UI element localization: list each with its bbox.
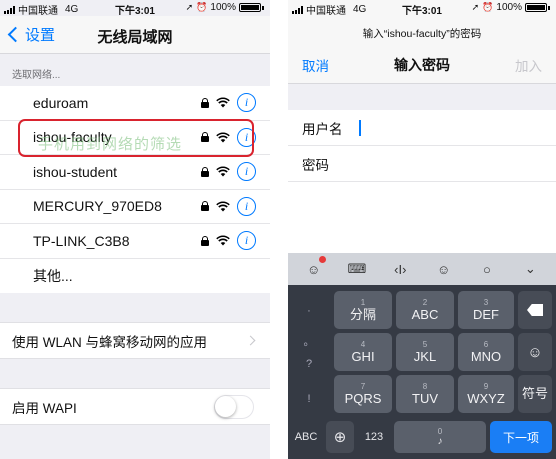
wifi-icon — [216, 166, 230, 177]
key-4[interactable]: 4 GHI — [334, 333, 392, 371]
abc-key[interactable]: ABC — [292, 421, 320, 453]
password-field[interactable]: 密码 — [288, 146, 556, 182]
network-row-eduroam[interactable]: eduroam i — [0, 86, 270, 121]
info-icon[interactable]: i — [237, 231, 256, 251]
battery-percent: 100% — [496, 2, 522, 13]
wlan-apps-label: 使用 WLAN 与蜂窝移动网的应用 — [12, 334, 208, 350]
join-button[interactable]: 加入 — [515, 55, 542, 75]
network-list: eduroam i ishou-faculty i ishou-student … — [0, 86, 270, 293]
status-bar: 中国联通 4G 下午3:01 ➚ ⏰ 100% — [0, 0, 270, 17]
info-icon[interactable]: i — [237, 196, 256, 216]
section-header: 选取网络... — [12, 70, 61, 81]
password-entry-screen: 中国联通 4G 下午3:01 ➚ ⏰ 100% 输入“ishou-faculty… — [288, 0, 556, 459]
page-title: 无线局域网 — [97, 29, 173, 46]
battery-icon — [239, 3, 261, 12]
location-icon: ➚ — [185, 2, 194, 12]
wifi-icon — [216, 97, 230, 108]
key-9[interactable]: 9 WXYZ — [458, 375, 514, 413]
username-label: 用户名 — [302, 121, 343, 137]
globe-icon: ⊕ — [333, 429, 347, 446]
network-name: ishou-student — [33, 163, 118, 180]
sogou-logo-icon[interactable]: ☺ — [303, 256, 326, 280]
key-5[interactable]: 5 JKL — [396, 333, 454, 371]
next-button[interactable]: 下一项 — [490, 421, 552, 453]
wlan-apps-cell[interactable]: 使用 WLAN 与蜂窝移动网的应用 — [0, 322, 270, 359]
wifi-icon — [216, 201, 230, 212]
keyboard-icon[interactable]: ⌨ — [346, 258, 368, 280]
password-label: 密码 — [302, 157, 329, 173]
emoji-key[interactable]: ☺ — [518, 333, 552, 371]
smiley-icon: ☺ — [527, 343, 543, 361]
battery-icon — [525, 3, 547, 12]
key-1[interactable]: 1 分隔 — [334, 291, 392, 329]
network-name: eduroam — [33, 94, 89, 111]
alarm-icon: ⏰ — [196, 2, 208, 12]
lock-icon — [201, 132, 209, 143]
key-8[interactable]: 8 TUV — [396, 375, 454, 413]
wapi-label: 启用 WAPI — [12, 400, 77, 416]
nav-bar: 设置 无线局域网 — [0, 16, 270, 54]
keyboard-bottom-row: ABC ⊕ 123 0 ♪ 下一项 — [288, 421, 556, 455]
alarm-icon: ⏰ — [482, 2, 494, 12]
lock-icon — [201, 166, 209, 177]
side-key[interactable]: ? — [296, 351, 322, 377]
key-3[interactable]: 3 DEF — [458, 291, 514, 329]
nav-bar: 取消 输入密码 加入 — [288, 40, 556, 84]
location-icon: ➚ — [471, 2, 480, 12]
symbol-key[interactable]: 符号 — [518, 375, 552, 413]
wifi-icon — [216, 235, 230, 246]
network-name: TP-LINK_C3B8 — [33, 232, 130, 249]
keyboard: · 。 ? ! 1 分隔 2 ABC 3 DEF 4 GHI 5 JKL 6 MNO ☺ 7… — [288, 285, 556, 459]
wapi-cell: 启用 WAPI — [0, 388, 270, 425]
network-row-ishou-student[interactable]: ishou-student i — [0, 155, 270, 190]
info-icon[interactable]: i — [237, 127, 256, 147]
key-7[interactable]: 7 PQRS — [334, 375, 392, 413]
lock-icon — [201, 235, 209, 246]
network-name: MERCURY_970ED8 — [33, 198, 162, 215]
network-name: ishou-faculty — [33, 129, 112, 146]
network-row-ishou-faculty[interactable]: ishou-faculty i — [0, 121, 270, 155]
hide-keyboard-icon[interactable]: ⌄ — [519, 258, 541, 280]
delete-key[interactable] — [518, 291, 552, 329]
backspace-icon — [527, 304, 543, 316]
password-prompt: 输入“ishou-faculty”的密码 — [362, 28, 482, 40]
info-icon[interactable]: i — [237, 93, 256, 113]
key-6[interactable]: 6 MNO — [458, 333, 514, 371]
side-key[interactable]: ! — [296, 379, 322, 419]
key-2[interactable]: 2 ABC — [396, 291, 454, 329]
microphone-icon: ♪ — [437, 436, 443, 447]
keyboard-toolbar: ☺ ⌨ ‹I› ☺ ○ ⌄ — [288, 253, 556, 285]
chevron-right-icon — [245, 335, 256, 346]
status-bar: 中国联通 4G 下午3:01 ➚ ⏰ 100% — [288, 0, 556, 17]
wifi-settings-screen: 中国联通 4G 下午3:01 ➚ ⏰ 100% 设置 无线局域网 选取网络...… — [0, 0, 270, 459]
battery-percent: 100% — [210, 2, 236, 13]
info-icon[interactable]: i — [237, 162, 256, 182]
text-caret — [358, 119, 361, 136]
cursor-icon[interactable]: ‹I› — [389, 258, 411, 280]
username-field[interactable]: 用户名 — [288, 110, 556, 146]
credentials-form: 用户名 密码 — [288, 110, 556, 182]
emoji-icon[interactable]: ☺ — [433, 258, 455, 280]
side-key[interactable]: 。 — [296, 331, 322, 351]
lock-icon — [201, 97, 209, 108]
network-name: 其他... — [33, 267, 73, 284]
globe-key[interactable]: ⊕ — [326, 421, 354, 453]
network-row-tp-link[interactable]: TP-LINK_C3B8 i — [0, 224, 270, 259]
wifi-icon — [216, 132, 230, 143]
network-row-mercury[interactable]: MERCURY_970ED8 i — [0, 190, 270, 224]
side-key[interactable]: · — [296, 291, 322, 331]
search-icon[interactable]: ○ — [476, 258, 498, 280]
lock-icon — [201, 201, 209, 212]
wapi-toggle[interactable] — [214, 395, 254, 419]
network-row-other[interactable]: 其他... — [0, 259, 270, 294]
space-key[interactable]: 0 ♪ — [394, 421, 486, 453]
number-key[interactable]: 123 — [358, 421, 390, 453]
